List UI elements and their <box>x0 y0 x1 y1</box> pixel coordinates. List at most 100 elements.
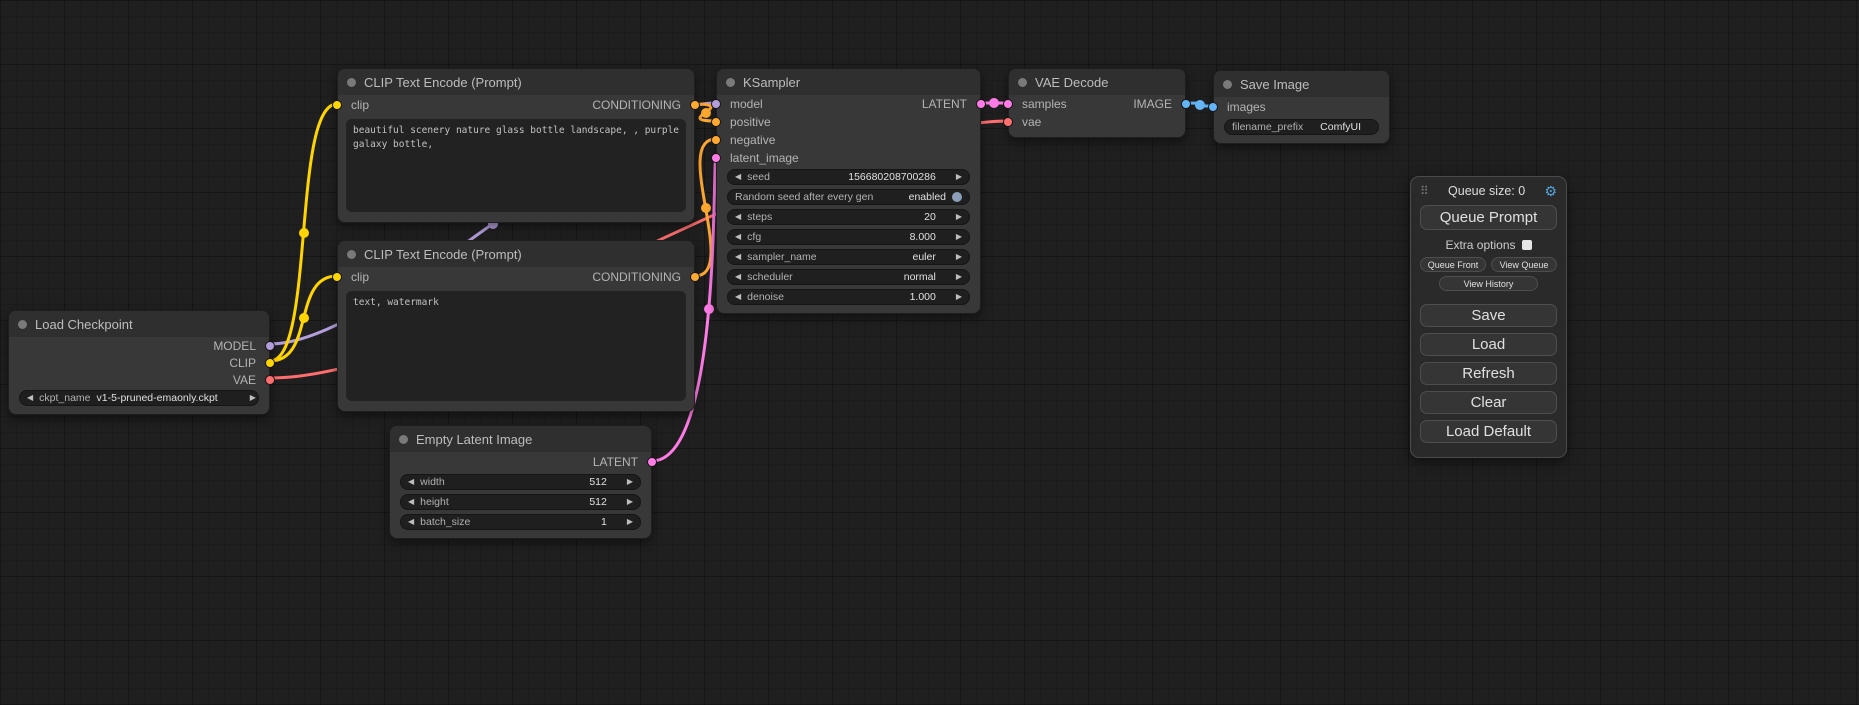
node-title-bar[interactable]: VAE Decode <box>1009 69 1185 95</box>
load-default-button[interactable]: Load Default <box>1420 420 1557 443</box>
output-slot-latent-dot[interactable] <box>976 99 986 109</box>
prompt-textarea[interactable]: text, watermark <box>346 291 686 401</box>
widget-label: scheduler <box>747 271 793 283</box>
load-button[interactable]: Load <box>1420 333 1557 356</box>
prompt-textarea[interactable]: beautiful scenery nature glass bottle la… <box>346 119 686 212</box>
widget-label: filename_prefix <box>1232 121 1303 133</box>
input-slot-negative-dot[interactable] <box>711 135 721 145</box>
view-queue-button[interactable]: View Queue <box>1491 257 1557 272</box>
input-slot-latent-image-dot[interactable] <box>711 153 721 163</box>
node-title-bar[interactable]: CLIP Text Encode (Prompt) <box>338 241 694 267</box>
input-slot-samples-dot[interactable] <box>1003 99 1013 109</box>
widget-label: batch_size <box>420 516 470 528</box>
decrement-arrow-icon[interactable]: ◀ <box>735 253 741 261</box>
input-slot-positive-dot[interactable] <box>711 117 721 127</box>
collapse-dot-icon[interactable] <box>1018 78 1027 87</box>
decrement-arrow-icon[interactable]: ◀ <box>408 478 414 486</box>
node-load-checkpoint[interactable]: Load Checkpoint MODEL CLIP VAE ◀ ckpt_na… <box>8 310 270 415</box>
widget-batch-size[interactable]: ◀ batch_size 1 ▶ <box>400 514 641 530</box>
node-title-bar[interactable]: CLIP Text Encode (Prompt) <box>338 69 694 95</box>
output-slot-image-dot[interactable] <box>1181 99 1191 109</box>
increment-arrow-icon[interactable]: ▶ <box>627 518 633 526</box>
input-slot-clip-dot[interactable] <box>332 272 342 282</box>
widget-sampler-name[interactable]: ◀ sampler_name euler ▶ <box>727 249 970 265</box>
collapse-dot-icon[interactable] <box>347 250 356 259</box>
gear-icon[interactable]: ⚙ <box>1544 184 1557 198</box>
increment-arrow-icon[interactable]: ▶ <box>956 213 962 221</box>
input-slot-images-dot[interactable] <box>1208 102 1218 112</box>
node-title-bar[interactable]: Empty Latent Image <box>390 426 651 452</box>
slot-label: VAE <box>233 373 256 387</box>
widget-scheduler[interactable]: ◀ scheduler normal ▶ <box>727 269 970 285</box>
increment-arrow-icon[interactable]: ▶ <box>956 293 962 301</box>
input-slot-clip-dot[interactable] <box>332 100 342 110</box>
widget-width[interactable]: ◀ width 512 ▶ <box>400 474 641 490</box>
node-title: Save Image <box>1240 77 1309 92</box>
widget-value: 20 <box>924 211 936 223</box>
output-slot-model-dot[interactable] <box>265 341 275 351</box>
increment-arrow-icon[interactable]: ▶ <box>956 233 962 241</box>
widget-filename-prefix[interactable]: filename_prefix ComfyUI <box>1224 119 1379 135</box>
widget-value: enabled <box>909 191 946 203</box>
node-title-bar[interactable]: KSampler <box>717 69 980 95</box>
widget-cfg[interactable]: ◀ cfg 8.000 ▶ <box>727 229 970 245</box>
save-button[interactable]: Save <box>1420 304 1557 327</box>
increment-arrow-icon[interactable]: ▶ <box>956 253 962 261</box>
increment-arrow-icon[interactable]: ▶ <box>956 173 962 181</box>
node-vae-decode[interactable]: VAE Decode samples IMAGE vae <box>1008 68 1186 138</box>
output-slot-conditioning-dot[interactable] <box>690 272 700 282</box>
node-title: CLIP Text Encode (Prompt) <box>364 75 522 90</box>
input-slot-model-dot[interactable] <box>711 99 721 109</box>
node-title-bar[interactable]: Save Image <box>1214 71 1389 97</box>
node-clip-text-encode-negative[interactable]: CLIP Text Encode (Prompt) clip CONDITION… <box>337 240 695 412</box>
extra-options-checkbox[interactable] <box>1522 240 1532 250</box>
slot-label: LATENT <box>593 455 638 469</box>
decrement-arrow-icon[interactable]: ◀ <box>735 273 741 281</box>
drag-handle-icon[interactable]: ⠿ <box>1420 184 1429 198</box>
node-title: CLIP Text Encode (Prompt) <box>364 247 522 262</box>
decrement-arrow-icon[interactable]: ◀ <box>735 213 741 221</box>
widget-ckpt-name[interactable]: ◀ ckpt_name v1-5-pruned-emaonly.ckpt ▶ <box>19 390 259 406</box>
slot-label: model <box>730 97 763 111</box>
clear-button[interactable]: Clear <box>1420 391 1557 414</box>
output-slot-clip-dot[interactable] <box>265 358 275 368</box>
slot-label: latent_image <box>730 151 799 165</box>
widget-seed[interactable]: ◀ seed 156680208700286 ▶ <box>727 169 970 185</box>
decrement-arrow-icon[interactable]: ◀ <box>408 498 414 506</box>
queue-front-button[interactable]: Queue Front <box>1420 257 1486 272</box>
increment-arrow-icon[interactable]: ▶ <box>627 478 633 486</box>
widget-steps[interactable]: ◀ steps 20 ▶ <box>727 209 970 225</box>
decrement-arrow-icon[interactable]: ◀ <box>735 233 741 241</box>
collapse-dot-icon[interactable] <box>1223 80 1232 89</box>
output-slot-conditioning-dot[interactable] <box>690 100 700 110</box>
widget-height[interactable]: ◀ height 512 ▶ <box>400 494 641 510</box>
input-slot-vae-dot[interactable] <box>1003 117 1013 127</box>
output-slot-vae-dot[interactable] <box>265 375 275 385</box>
decrement-arrow-icon[interactable]: ◀ <box>735 173 741 181</box>
increment-arrow-icon[interactable]: ▶ <box>250 394 256 402</box>
output-slot-vae: VAE <box>9 371 269 388</box>
widget-label: height <box>420 496 449 508</box>
collapse-dot-icon[interactable] <box>726 78 735 87</box>
decrement-arrow-icon[interactable]: ◀ <box>735 293 741 301</box>
collapse-dot-icon[interactable] <box>399 435 408 444</box>
collapse-dot-icon[interactable] <box>347 78 356 87</box>
decrement-arrow-icon[interactable]: ◀ <box>408 518 414 526</box>
view-history-button[interactable]: View History <box>1439 276 1538 291</box>
node-save-image[interactable]: Save Image images filename_prefix ComfyU… <box>1213 70 1390 144</box>
decrement-arrow-icon[interactable]: ◀ <box>27 394 33 402</box>
node-empty-latent-image[interactable]: Empty Latent Image LATENT ◀ width 512 ▶ … <box>389 425 652 539</box>
collapse-dot-icon[interactable] <box>18 320 27 329</box>
increment-arrow-icon[interactable]: ▶ <box>956 273 962 281</box>
node-ksampler[interactable]: KSampler model LATENT positive negative … <box>716 68 981 314</box>
widget-random-seed-toggle[interactable]: Random seed after every gen enabled <box>727 189 970 205</box>
toggle-icon[interactable] <box>952 192 962 202</box>
node-clip-text-encode-positive[interactable]: CLIP Text Encode (Prompt) clip CONDITION… <box>337 68 695 223</box>
increment-arrow-icon[interactable]: ▶ <box>627 498 633 506</box>
widget-value: normal <box>904 271 936 283</box>
queue-prompt-button[interactable]: Queue Prompt <box>1420 205 1557 230</box>
node-title-bar[interactable]: Load Checkpoint <box>9 311 269 337</box>
output-slot-latent-dot[interactable] <box>647 457 657 467</box>
refresh-button[interactable]: Refresh <box>1420 362 1557 385</box>
widget-denoise[interactable]: ◀ denoise 1.000 ▶ <box>727 289 970 305</box>
